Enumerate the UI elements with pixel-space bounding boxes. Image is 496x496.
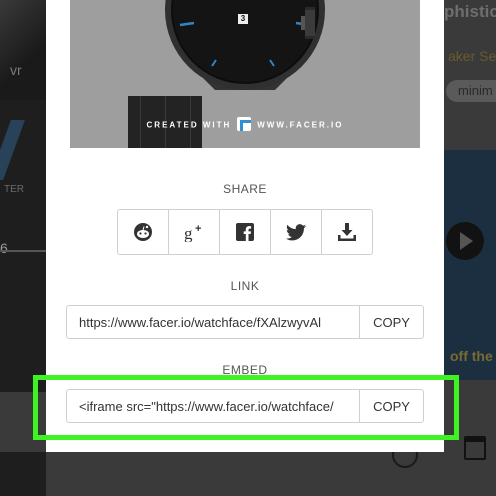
background-title: phistic (444, 2, 496, 21)
google-plus-icon: g + (184, 223, 201, 242)
background-needle (0, 120, 25, 180)
calendar-icon (464, 436, 486, 460)
background-subtitle: aker Se (448, 48, 496, 64)
background-text: vr (10, 62, 22, 78)
watch-date-window: 3 (238, 14, 248, 24)
credit-text: CREATED WITH (146, 120, 232, 130)
background-text: TER (4, 184, 24, 195)
embed-input[interactable] (67, 390, 359, 422)
svg-text:+: + (195, 223, 201, 235)
share-twitter-button[interactable] (271, 210, 322, 254)
embed-field: COPY (66, 389, 424, 423)
download-button[interactable] (322, 210, 372, 254)
embed-label: EMBED (222, 363, 268, 377)
link-input[interactable] (67, 306, 359, 338)
background-video (444, 150, 496, 380)
facer-credit: CREATED WITH WWW.FACER.IO (70, 117, 420, 131)
play-icon (446, 222, 484, 260)
link-label: LINK (230, 279, 260, 293)
reddit-icon (134, 223, 152, 241)
share-reddit-button[interactable] (118, 210, 169, 254)
background-right-panel: phistic aker Se minim off the (444, 0, 496, 496)
facer-logo-icon (237, 117, 252, 131)
share-google-plus-button[interactable]: g + (169, 210, 220, 254)
background-text: 6 (0, 240, 8, 256)
share-facebook-button[interactable] (220, 210, 271, 254)
svg-text:g: g (184, 224, 193, 242)
watchface-preview: 3 CREATED WITH WWW.FACER.IO (70, 0, 420, 148)
credit-url: WWW.FACER.IO (257, 120, 344, 130)
background-bottom (46, 442, 444, 496)
share-button-group: g + (117, 209, 373, 255)
background-divider (0, 250, 46, 252)
link-field: COPY (66, 305, 424, 339)
download-icon (338, 223, 356, 241)
share-modal: 3 CREATED WITH WWW.FACER.IO SHARE g + LI… (46, 0, 444, 452)
background-strip (0, 392, 46, 452)
facebook-icon (236, 223, 254, 241)
twitter-icon (286, 223, 306, 240)
background-stripe (0, 0, 46, 100)
share-label: SHARE (223, 182, 267, 196)
copy-embed-button[interactable]: COPY (359, 390, 423, 422)
copy-link-button[interactable]: COPY (359, 306, 423, 338)
background-tag-pill: minim (446, 80, 496, 102)
background-banner: off the (450, 348, 493, 364)
